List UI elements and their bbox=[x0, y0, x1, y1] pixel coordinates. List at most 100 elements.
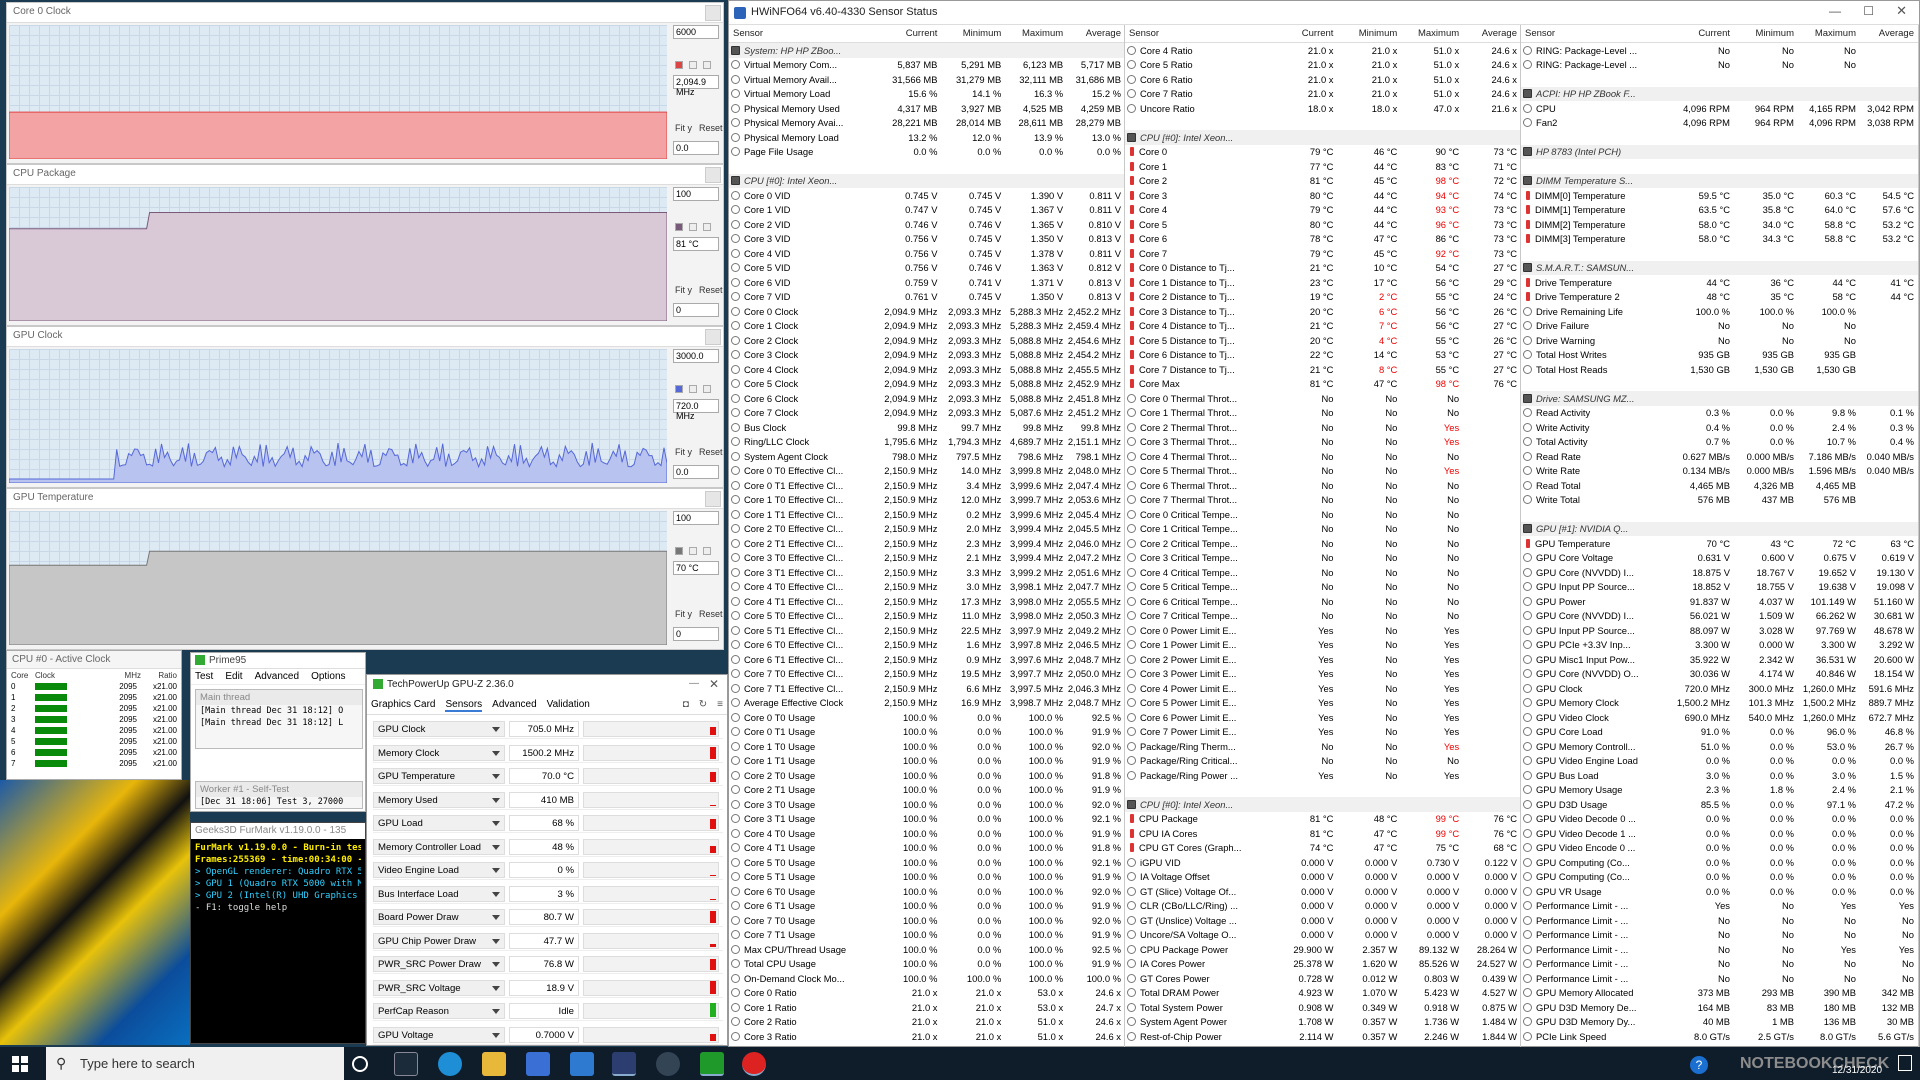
hwinfo-sensor-row[interactable]: Core 5 Thermal Throt... No No Yes bbox=[1125, 464, 1520, 479]
chevron-down-icon[interactable] bbox=[492, 915, 500, 920]
gpuz-sensor-label[interactable]: Board Power Draw bbox=[373, 909, 505, 925]
hwinfo-sensor-row[interactable]: Core 6 Power Limit E... Yes No Yes bbox=[1125, 710, 1520, 725]
hwinfo-sensor-row[interactable]: Core 2 Distance to Tj... 19 °C 2 °C 55 °C 24… bbox=[1125, 290, 1520, 305]
menu-advanced[interactable]: Advanced bbox=[255, 671, 299, 682]
hwinfo-sensor-row[interactable]: Core 7 Ratio 21.0 x 21.0 x 51.0 x 24.6 x bbox=[1125, 87, 1520, 102]
graph-min-value[interactable]: 0 bbox=[673, 627, 719, 641]
hwinfo-sensor-row[interactable]: Core Max 81 °C 47 °C 98 °C 76 °C bbox=[1125, 377, 1520, 392]
settings-gear-icon[interactable] bbox=[656, 1052, 680, 1076]
hwinfo-sensor-row[interactable]: DIMM[3] Temperature 58.0 °C 34.3 °C 58.8 °C… bbox=[1521, 232, 1918, 247]
hwinfo-sensor-row[interactable]: Fan2 4,096 RPM 964 RPM 4,096 RPM 3,038 RPM bbox=[1521, 116, 1918, 131]
hwinfo-sensor-row[interactable]: Drive Temperature 44 °C 36 °C 44 °C 41 °C bbox=[1521, 275, 1918, 290]
hwinfo-sensor-row[interactable]: Core 6 T0 Effective Cl... 2,150.9 MHz 1.6 … bbox=[729, 638, 1124, 653]
hwinfo-sensor-row[interactable]: Read Total 4,465 MB 4,326 MB 4,465 MB bbox=[1521, 478, 1918, 493]
hwinfo-sensor-row[interactable]: Core 1 T1 Effective Cl... 2,150.9 MHz 0.2 … bbox=[729, 507, 1124, 522]
notification-icon[interactable] bbox=[1898, 1055, 1912, 1071]
hwinfo-header-minimum[interactable]: Minimum bbox=[1336, 28, 1400, 39]
hwinfo-sensor-row[interactable]: Core 0 T1 Usage 100.0 % 0.0 % 100.0 % 91.9 % bbox=[729, 725, 1124, 740]
hwinfo-sensor-row[interactable]: GPU D3D Memory De... 164 MB 83 MB 180 MB 132… bbox=[1521, 1000, 1918, 1015]
hwinfo-sensor-row[interactable]: Core 6 T1 Usage 100.0 % 0.0 % 100.0 % 91.9 % bbox=[729, 899, 1124, 914]
hwinfo-sensor-row[interactable]: IA Cores Power 25.378 W 1.620 W 85.526 W 24.… bbox=[1125, 957, 1520, 972]
hwinfo-sensor-row[interactable]: GPU Core Voltage 0.631 V 0.600 V 0.675 V 0.6… bbox=[1521, 551, 1918, 566]
hwinfo-sensor-row[interactable]: GPU Video Encode 0 ... 0.0 % 0.0 % 0.0 % 0.0… bbox=[1521, 841, 1918, 856]
hwinfo-sensor-row[interactable]: DIMM[1] Temperature 63.5 °C 35.8 °C 64.0 °C… bbox=[1521, 203, 1918, 218]
graph-min-value[interactable]: 0 bbox=[673, 303, 719, 317]
hwinfo-sensor-row[interactable]: Write Total 576 MB 437 MB 576 MB bbox=[1521, 493, 1918, 508]
hwinfo-group-row[interactable]: S.M.A.R.T.: SAMSUN... bbox=[1521, 260, 1918, 275]
hwinfo-sensor-row[interactable]: Core 0 Ratio 21.0 x 21.0 x 53.0 x 24.6 x bbox=[729, 986, 1124, 1001]
hwinfo-sensor-row[interactable]: Bus Clock 99.8 MHz 99.7 MHz 99.8 MHz 99.8 MH… bbox=[729, 420, 1124, 435]
hwinfo-sensor-row[interactable]: Core 5 Ratio 21.0 x 21.0 x 51.0 x 24.6 x bbox=[1125, 58, 1520, 73]
graph-min-value[interactable]: 0.0 bbox=[673, 465, 719, 479]
hwinfo-sensor-row[interactable]: Core 0 79 °C 46 °C 90 °C 73 °C bbox=[1125, 145, 1520, 160]
gpuz-sensor-label[interactable]: PWR_SRC Power Draw bbox=[373, 956, 505, 972]
hwinfo-sensor-row[interactable]: GPU Bus Load 3.0 % 0.0 % 3.0 % 1.5 % bbox=[1521, 768, 1918, 783]
chevron-down-icon[interactable] bbox=[492, 750, 500, 756]
hwinfo-sensor-row[interactable]: On-Demand Clock Mo... 100.0 % 100.0 % 100.0… bbox=[729, 971, 1124, 986]
hwinfo-sensor-row[interactable]: GPU Video Clock 690.0 MHz 540.0 MHz 1,260.0… bbox=[1521, 710, 1918, 725]
hwinfo-sensor-row[interactable]: Core 6 Critical Tempe... No No No bbox=[1125, 594, 1520, 609]
hwinfo-sensor-row[interactable]: Core 4 Power Limit E... Yes No Yes bbox=[1125, 681, 1520, 696]
hwinfo-sensor-row[interactable]: GPU Memory Allocated 373 MB 293 MB 390 MB 34… bbox=[1521, 986, 1918, 1001]
hwinfo-sensor-row[interactable]: Core 2 T1 Effective Cl... 2,150.9 MHz 2.3 … bbox=[729, 536, 1124, 551]
main-thread-window[interactable]: Main thread [Main thread Dec 31 18:12] O… bbox=[195, 689, 363, 749]
worker-window[interactable]: Worker #1 - Self-Test [Dec 31 18:06] Tes… bbox=[195, 781, 363, 809]
hwinfo-header-sensor[interactable]: Sensor bbox=[1521, 28, 1671, 39]
hwinfo-sensor-row[interactable]: Core 0 Clock 2,094.9 MHz 2,093.3 MHz 5,288.… bbox=[729, 304, 1124, 319]
help-icon[interactable]: ? bbox=[1690, 1056, 1708, 1074]
hwinfo-sensor-row[interactable]: Core 2 T1 Usage 100.0 % 0.0 % 100.0 % 91.9 % bbox=[729, 783, 1124, 798]
close-icon[interactable]: ✕ bbox=[1896, 3, 1907, 19]
hwinfo-sensor-row[interactable]: Package/Ring Critical... No No No bbox=[1125, 754, 1520, 769]
hwinfo-sensor-row[interactable]: Core 5 80 °C 44 °C 96 °C 73 °C bbox=[1125, 217, 1520, 232]
hwinfo-sensor-row[interactable]: Write Activity 0.4 % 0.0 % 2.4 % 0.3 % bbox=[1521, 420, 1918, 435]
hwinfo-sensor-row[interactable]: DIMM[2] Temperature 58.0 °C 34.0 °C 58.8 °C… bbox=[1521, 217, 1918, 232]
hwinfo-header-average[interactable]: Average bbox=[1066, 28, 1124, 39]
graph-max-value[interactable]: 100 bbox=[673, 511, 719, 525]
graph-max-value[interactable]: 3000.0 bbox=[673, 349, 719, 363]
hwinfo-sensor-row[interactable]: Core 3 Ratio 21.0 x 21.0 x 51.0 x 24.6 x bbox=[729, 1029, 1124, 1044]
hwinfo-group-row[interactable]: Drive: SAMSUNG MZ... bbox=[1521, 391, 1918, 406]
gpuz-sensor-label[interactable]: GPU Clock bbox=[373, 721, 505, 737]
hwinfo-sensor-row[interactable]: Read Activity 0.3 % 0.0 % 9.8 % 0.1 % bbox=[1521, 406, 1918, 421]
fit-y-button[interactable]: Fit y bbox=[675, 609, 692, 619]
hwinfo-sensor-row[interactable]: Core 0 Power Limit E... Yes No Yes bbox=[1125, 623, 1520, 638]
hwinfo-sensor-row[interactable]: Core 1 Power Limit E... Yes No Yes bbox=[1125, 638, 1520, 653]
hwinfo-sensor-row[interactable]: Virtual Memory Avail... 31,566 MB 31,279 M… bbox=[729, 72, 1124, 87]
hwinfo-sensor-row[interactable]: GT (Unslice) Voltage ... 0.000 V 0.000 V 0.… bbox=[1125, 913, 1520, 928]
graph-max-value[interactable]: 100 bbox=[673, 187, 719, 201]
hwinfo-sensor-row[interactable]: Core 0 VID 0.745 V 0.745 V 1.390 V 0.811 V bbox=[729, 188, 1124, 203]
chevron-down-icon[interactable] bbox=[492, 1032, 500, 1038]
hwinfo-sensor-row[interactable]: Drive Failure No No No bbox=[1521, 319, 1918, 334]
furmark-window[interactable]: Geeks3D FurMark v1.19.0.0 - 135 FurMark … bbox=[190, 822, 366, 1044]
hwinfo-sensor-row[interactable]: Core 0 T1 Effective Cl... 2,150.9 MHz 3.4 … bbox=[729, 478, 1124, 493]
hwinfo-sensor-row[interactable]: System Agent Power 1.708 W 0.357 W 1.736 W1… bbox=[1125, 1015, 1520, 1030]
graph-option-box[interactable] bbox=[703, 547, 711, 555]
gpuz-sensor-label[interactable]: GPU Load bbox=[373, 815, 505, 831]
hwinfo-sensor-row[interactable]: Core 3 T0 Effective Cl... 2,150.9 MHz 2.1 … bbox=[729, 551, 1124, 566]
hwinfo-sensor-row[interactable]: Core 5 Critical Tempe... No No No bbox=[1125, 580, 1520, 595]
hwinfo-sensor-row[interactable]: Drive Remaining Life 100.0 % 100.0 % 100.0 … bbox=[1521, 304, 1918, 319]
fit-y-button[interactable]: Fit y bbox=[675, 123, 692, 133]
hwinfo-header-current[interactable]: Current bbox=[879, 28, 941, 39]
hwinfo-sensor-row[interactable]: Core 7 Clock 2,094.9 MHz 2,093.3 MHz 5,087.… bbox=[729, 406, 1124, 421]
chevron-down-icon[interactable] bbox=[492, 821, 500, 826]
hwinfo-sensor-row[interactable]: GPU Computing (Co... 0.0 % 0.0 % 0.0 % 0.0 % bbox=[1521, 870, 1918, 885]
hwinfo-sensor-row[interactable]: Core 3 T1 Effective Cl... 2,150.9 MHz 3.3 … bbox=[729, 565, 1124, 580]
furmark-taskbar-icon[interactable] bbox=[742, 1052, 766, 1076]
graph-color-swatch[interactable] bbox=[675, 547, 683, 555]
hwinfo-sensor-row[interactable]: GPU Core (NVVDD) I... 56.021 W 1.509 W 66.2… bbox=[1521, 609, 1918, 624]
hwinfo-sensor-row[interactable]: Core 6 Distance to Tj... 22 °C 14 °C 53 °C 2… bbox=[1125, 348, 1520, 363]
hwinfo-sensor-row[interactable]: GT (Slice) Voltage Of... 0.000 V 0.000 V 0.… bbox=[1125, 884, 1520, 899]
hwinfo-sensor-row[interactable]: GPU Core Load 91.0 % 0.0 % 96.0 % 46.8 % bbox=[1521, 725, 1918, 740]
hwinfo-sensor-row[interactable]: Core 2 VID 0.746 V 0.746 V 1.365 V 0.810 V bbox=[729, 217, 1124, 232]
reset-button[interactable]: Reset bbox=[699, 447, 723, 457]
chevron-down-icon[interactable] bbox=[492, 962, 500, 967]
hwinfo-sensor-row[interactable]: Core 7 T0 Usage 100.0 % 0.0 % 100.0 % 92.0 % bbox=[729, 913, 1124, 928]
hwinfo-sensor-row[interactable]: Core 6 Thermal Throt... No No No bbox=[1125, 478, 1520, 493]
hwinfo-sensor-row[interactable]: GPU Core (NVVDD) O... 30.036 W 4.174 W 40.8… bbox=[1521, 667, 1918, 682]
hwinfo-sensor-row[interactable]: Virtual Memory Com... 5,837 MB 5,291 MB 6,1… bbox=[729, 58, 1124, 73]
hwinfo-sensor-row[interactable]: Core 4 Distance to Tj... 21 °C 7 °C 56 °C 27… bbox=[1125, 319, 1520, 334]
camera-icon[interactable]: ◘ bbox=[683, 699, 689, 712]
graph-close-button[interactable] bbox=[705, 491, 721, 507]
hwinfo-sensor-row[interactable]: Core 7 Critical Tempe... No No No bbox=[1125, 609, 1520, 624]
